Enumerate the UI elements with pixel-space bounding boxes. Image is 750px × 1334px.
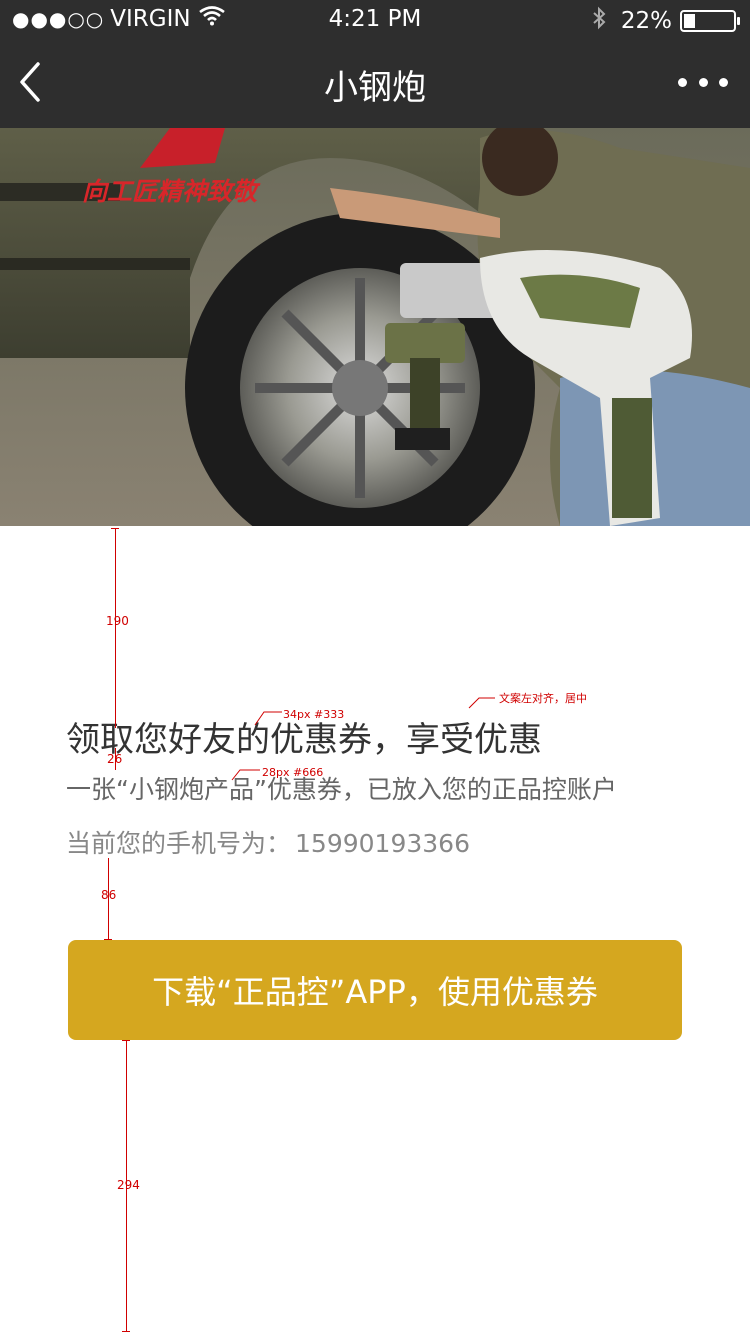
spacing-guide-tick — [111, 528, 119, 529]
bluetooth-icon — [591, 6, 607, 36]
car-tire-photo: 向工匠精神致敬 — [0, 128, 750, 526]
hero-slogan: 向工匠精神致敬 — [82, 177, 261, 206]
spacing-294-label: 294 — [117, 1178, 140, 1192]
more-dot — [698, 77, 708, 87]
status-right: 22% — [591, 6, 740, 36]
more-button[interactable] — [678, 62, 728, 102]
more-dot — [678, 77, 687, 87]
spacing-26-label: 26 — [107, 752, 123, 766]
alignment-note: 文案左对齐，居中 — [499, 692, 587, 705]
status-bar: ●●●○○ VIRGIN 4:21 PM 22% — [0, 0, 750, 40]
title-spec-note: 34px #333 — [283, 708, 345, 721]
hero-image: 向工匠精神致敬 — [0, 128, 750, 526]
spacing-86-label: 86 — [101, 888, 117, 902]
phone-info: 当前您的手机号为： 15990193366 — [66, 824, 470, 860]
spacing-guide-tick — [104, 939, 112, 940]
more-dot — [719, 77, 728, 87]
coupon-description: 一张“小钢炮产品”优惠券，已放入您的正品控账户 — [66, 775, 617, 804]
page-title: 小钢炮 — [324, 68, 426, 108]
download-app-button-label: 下载“正品控”APP，使用优惠券 — [152, 973, 598, 1011]
download-app-button[interactable]: 下载“正品控”APP，使用优惠券 — [68, 940, 682, 1040]
battery-icon — [680, 10, 740, 32]
spacing-guide-tick — [122, 1331, 130, 1332]
nav-bar: 小钢炮 — [0, 40, 750, 128]
battery-percent: 22% — [620, 8, 672, 34]
phone-label: 当前您的手机号为： — [66, 829, 292, 858]
spacing-guide-tick — [122, 1040, 130, 1041]
spacing-guide-line — [115, 528, 116, 728]
phone-number: 15990193366 — [295, 829, 470, 858]
spacing-190-label: 190 — [106, 614, 129, 628]
battery-fill — [684, 14, 695, 28]
desc-spec-note: 28px #666 — [262, 766, 324, 779]
top-bar: ●●●○○ VIRGIN 4:21 PM 22% 小钢炮 — [0, 0, 750, 128]
